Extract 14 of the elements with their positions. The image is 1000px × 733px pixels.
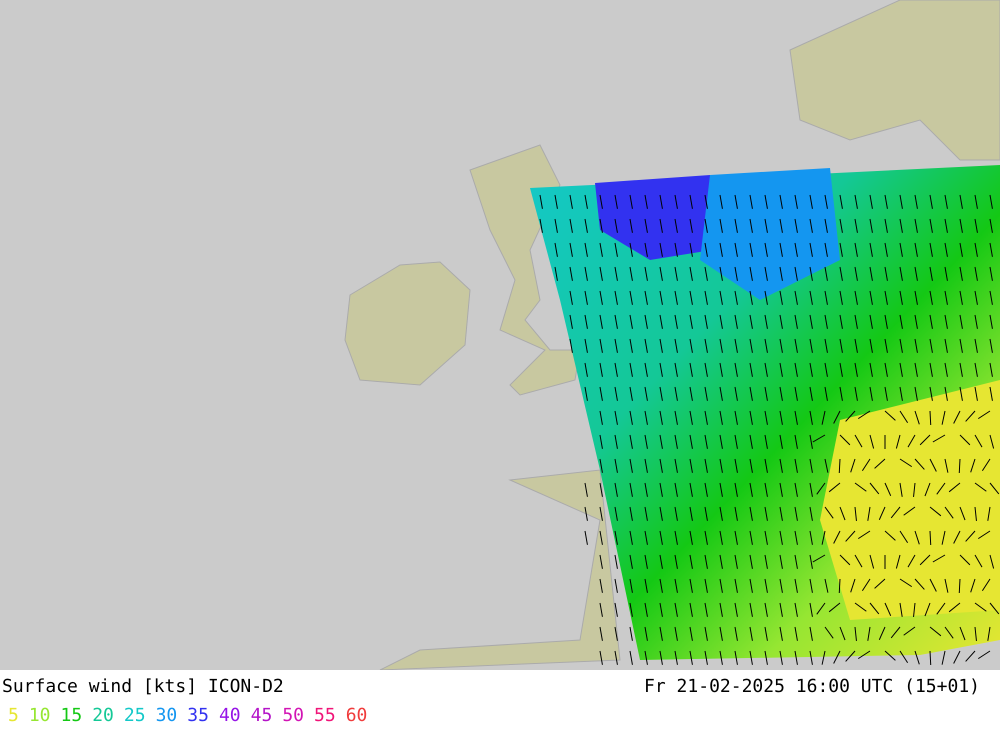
- legend-value: 20: [92, 705, 114, 726]
- map-title: Surface wind [kts] ICON-D2: [2, 676, 284, 697]
- legend-value: 55: [314, 705, 336, 726]
- legend-value: 15: [60, 705, 82, 726]
- legend-value: 25: [124, 705, 146, 726]
- legend-value: 50: [282, 705, 304, 726]
- legend-value: 30: [156, 705, 178, 726]
- legend-value: 45: [250, 705, 272, 726]
- legend-value: 5: [8, 705, 19, 726]
- valid-time: Fr 21-02-2025 16:00 UTC (15+01): [644, 676, 980, 697]
- legend-value: 10: [28, 705, 51, 726]
- legend-value: 35: [187, 705, 209, 726]
- legend-value: 60: [346, 705, 368, 726]
- legend-value: 40: [218, 705, 241, 726]
